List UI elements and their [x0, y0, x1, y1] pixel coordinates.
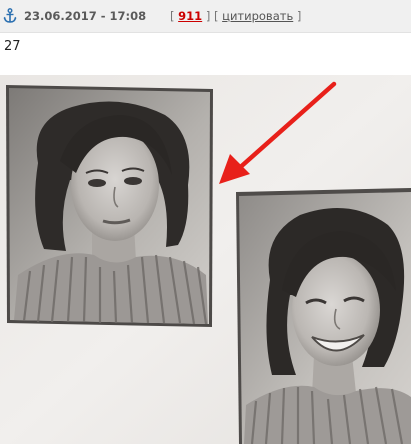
- post-date: 23.06.2017 - 17:08: [24, 9, 147, 23]
- quote-link[interactable]: цитировать: [222, 9, 293, 23]
- anchor-icon[interactable]: [3, 8, 17, 24]
- bracket-separator: ] [: [205, 9, 219, 23]
- bracket-open: [: [170, 9, 175, 23]
- post-text: 27: [4, 39, 21, 54]
- photo-bottom-right: [236, 188, 411, 444]
- post-actions: [ 911 ] [ цитировать ]: [170, 9, 301, 23]
- post-number-link[interactable]: 911: [178, 9, 202, 23]
- attached-photo[interactable]: [0, 75, 411, 444]
- photo-top-left: [6, 85, 213, 327]
- post-header: 23.06.2017 - 17:08 [ 911 ] [ цитировать …: [0, 0, 411, 33]
- bracket-close: ]: [296, 9, 302, 23]
